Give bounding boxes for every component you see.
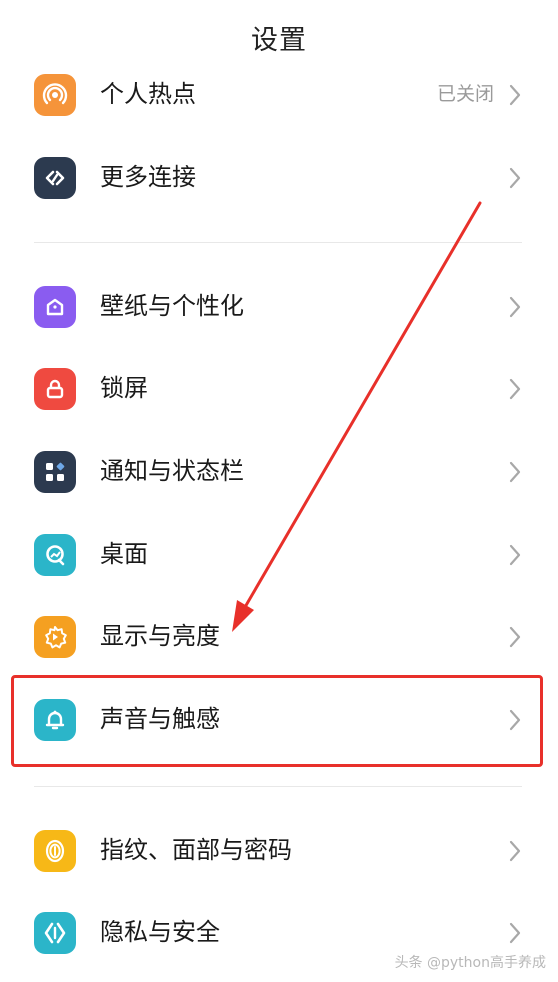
settings-item-label: 桌面 (100, 540, 148, 568)
settings-item-fingerprint[interactable]: 指纹、面部与密码 (0, 812, 558, 892)
home-screen-icon (34, 534, 76, 576)
privacy-shield-icon (34, 912, 76, 954)
settings-item-lock-screen[interactable]: 锁屏 (0, 350, 558, 430)
settings-item-label: 隐私与安全 (100, 918, 220, 946)
chevron-right-icon (509, 840, 521, 862)
settings-item-label: 壁纸与个性化 (100, 292, 244, 320)
page-title: 设置 (251, 25, 307, 56)
chevron-right-icon (509, 626, 521, 648)
settings-item-home-screen[interactable]: 桌面 (0, 516, 558, 596)
hotspot-status: 已关闭 (436, 83, 494, 105)
settings-item-label: 更多连接 (100, 163, 196, 191)
wallpaper-icon (34, 286, 76, 328)
chevron-right-icon (509, 544, 521, 566)
lock-icon (34, 368, 76, 410)
link-icon (34, 157, 76, 199)
chevron-right-icon (509, 167, 521, 189)
settings-item-label: 指纹、面部与密码 (100, 836, 292, 864)
settings-item-wallpaper[interactable]: 壁纸与个性化 (0, 268, 558, 348)
brightness-icon (34, 616, 76, 658)
notification-grid-icon (34, 451, 76, 493)
watermark: 头条 @python高手养成 (394, 955, 546, 971)
chevron-right-icon (509, 922, 521, 944)
chevron-right-icon (509, 84, 521, 106)
chevron-right-icon (509, 378, 521, 400)
settings-item-notifications[interactable]: 通知与状态栏 (0, 433, 558, 513)
chevron-right-icon (509, 461, 521, 483)
settings-item-more-connections[interactable]: 更多连接 (0, 139, 558, 219)
chevron-right-icon (509, 296, 521, 318)
settings-item-label: 个人热点 (100, 80, 196, 108)
section-divider (34, 242, 522, 243)
annotation-highlight-box (11, 675, 543, 767)
settings-item-label: 锁屏 (100, 374, 148, 402)
settings-item-label: 显示与亮度 (100, 622, 220, 650)
settings-item-hotspot[interactable]: 个人热点 已关闭 (0, 56, 558, 136)
fingerprint-icon (34, 830, 76, 872)
settings-item-label: 通知与状态栏 (100, 457, 244, 485)
settings-item-display[interactable]: 显示与亮度 (0, 598, 558, 678)
section-divider (34, 786, 522, 787)
hotspot-icon (34, 74, 76, 116)
